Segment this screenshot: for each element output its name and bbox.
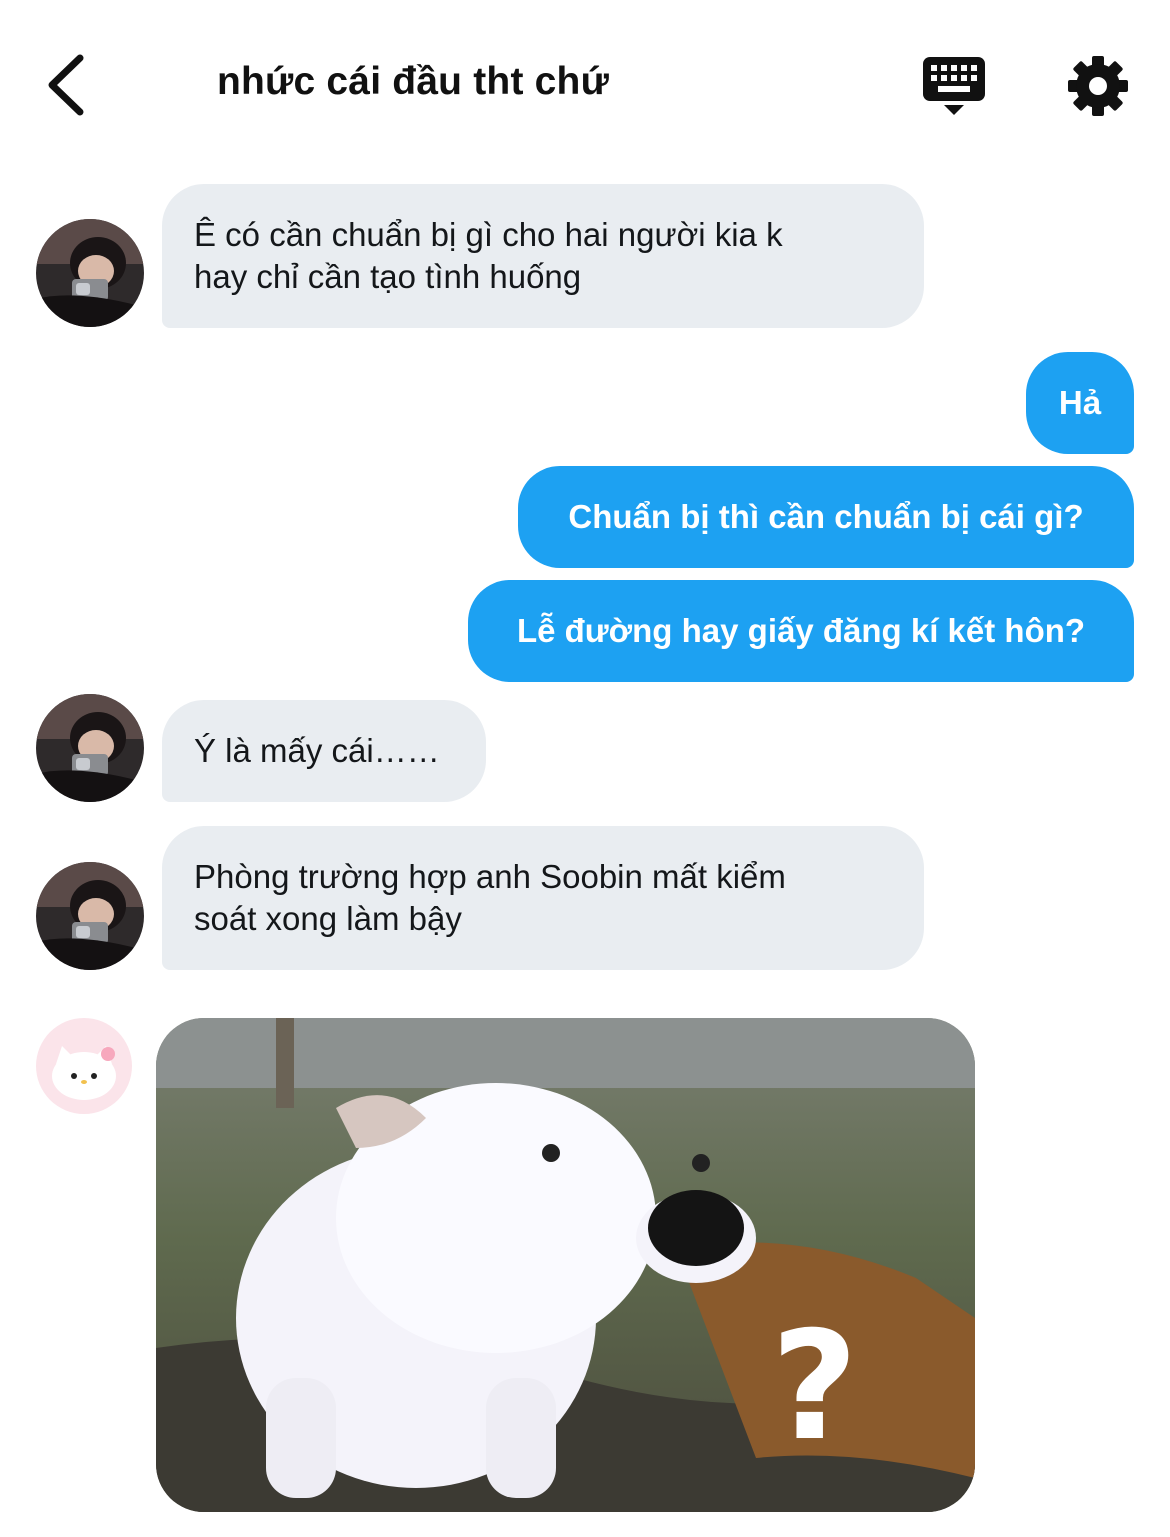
back-button[interactable] <box>40 50 100 120</box>
gear-icon <box>1068 56 1128 116</box>
person-avatar-icon <box>36 219 144 327</box>
message-bubble-outgoing[interactable]: Hả <box>1026 352 1134 454</box>
message-text: Chuẩn bị thì cần chuẩn bị cái gì? <box>568 498 1084 535</box>
message-text: Hả <box>1058 384 1102 421</box>
message-bubble-incoming[interactable]: Ý là mấy cái…… <box>162 700 486 802</box>
dog-photo: ? <box>156 1018 975 1512</box>
chevron-left-icon <box>48 54 84 116</box>
message-line: hay chỉ cần tạo tình huống <box>194 258 582 295</box>
question-mark-overlay: ? <box>771 1300 858 1474</box>
message-line: soát xong làm bậy <box>194 900 462 937</box>
person-avatar-icon <box>36 694 144 802</box>
keyboard-button[interactable] <box>920 54 988 118</box>
message-text: Lễ đường hay giấy đăng kí kết hôn? <box>516 612 1086 649</box>
avatar[interactable] <box>36 862 144 970</box>
message-line: Ê có cần chuẩn bị gì cho hai người kia k <box>194 216 783 253</box>
chat-header: nhức cái đầu tht chứ <box>0 0 1170 170</box>
settings-button[interactable] <box>1066 54 1130 118</box>
keyboard-icon <box>923 57 985 115</box>
avatar[interactable] <box>36 694 144 802</box>
message-line: Phòng trường hợp anh Soobin mất kiểm <box>194 858 786 895</box>
message-bubble-incoming[interactable]: Phòng trường hợp anh Soobin mất kiểm soá… <box>162 826 924 970</box>
message-text: Ý là mấy cái…… <box>194 732 440 769</box>
message-text: Ê có cần chuẩn bị gì cho hai người kia k… <box>194 214 783 298</box>
person-avatar-icon <box>36 862 144 970</box>
message-bubble-incoming[interactable]: Ê có cần chuẩn bị gì cho hai người kia k… <box>162 184 924 328</box>
image-message[interactable]: ? <box>156 1018 975 1512</box>
message-bubble-outgoing[interactable]: Lễ đường hay giấy đăng kí kết hôn? <box>468 580 1134 682</box>
message-text: Phòng trường hợp anh Soobin mất kiểm soá… <box>194 856 786 940</box>
cat-avatar-icon <box>36 1018 132 1114</box>
conversation-title: nhức cái đầu tht chứ <box>217 60 610 103</box>
avatar[interactable] <box>36 219 144 327</box>
avatar-hello-kitty[interactable] <box>36 1018 132 1114</box>
message-bubble-outgoing[interactable]: Chuẩn bị thì cần chuẩn bị cái gì? <box>518 466 1134 568</box>
